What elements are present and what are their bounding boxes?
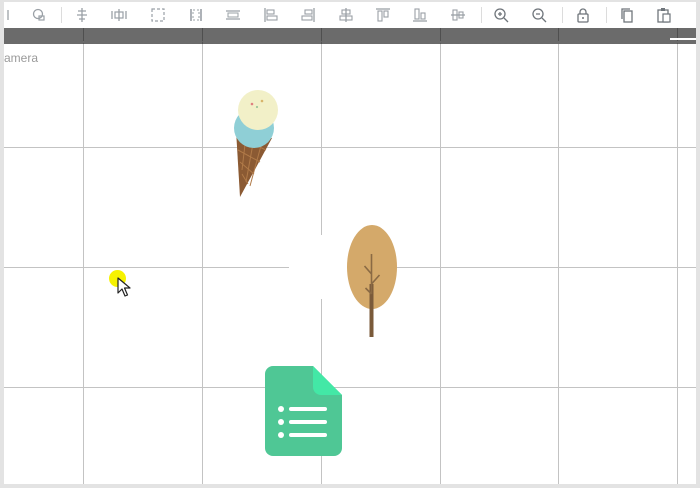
camera-label: amera	[4, 51, 39, 65]
resize-edges-icon[interactable]	[186, 5, 206, 25]
grid-line	[4, 387, 696, 388]
align-horizontal-distribute-icon[interactable]	[72, 5, 92, 25]
grid-line	[202, 44, 203, 484]
align-middle-icon[interactable]	[448, 5, 468, 25]
stage-ruler	[4, 28, 696, 44]
grid-line	[83, 44, 84, 484]
edit-costume-icon[interactable]	[29, 5, 49, 25]
grid-line	[677, 44, 678, 484]
lock-icon[interactable]	[573, 5, 593, 25]
zoom-out-icon[interactable]	[529, 5, 549, 25]
document-icon[interactable]	[265, 366, 343, 458]
editor-toolbar	[4, 2, 696, 29]
grid-line	[440, 44, 441, 484]
copy-icon[interactable]	[617, 5, 637, 25]
mouse-cursor-icon	[117, 277, 131, 297]
tree-icon[interactable]	[344, 224, 400, 338]
toolbar-separator	[481, 7, 482, 23]
grid-line	[558, 44, 559, 484]
align-right-icon[interactable]	[298, 5, 318, 25]
align-left-icon[interactable]	[261, 5, 281, 25]
stage-canvas[interactable]: amera	[4, 28, 696, 484]
paste-icon[interactable]	[654, 5, 674, 25]
toolbar-separator	[61, 7, 62, 23]
select-bounding-icon[interactable]	[148, 5, 168, 25]
ice-cream-icon[interactable]	[232, 90, 280, 200]
align-bottom-icon[interactable]	[410, 5, 430, 25]
partial-icon[interactable]	[0, 5, 14, 25]
toolbar-separator	[562, 7, 563, 23]
align-horizontal-center-icon[interactable]	[109, 5, 129, 25]
align-center-vertical-icon[interactable]	[336, 5, 356, 25]
zoom-in-icon[interactable]	[491, 5, 511, 25]
align-top-icon[interactable]	[373, 5, 393, 25]
ruler-end-marker	[670, 38, 696, 40]
grid-line	[4, 147, 696, 148]
frame-icon[interactable]	[223, 5, 243, 25]
toolbar-separator	[606, 7, 607, 23]
